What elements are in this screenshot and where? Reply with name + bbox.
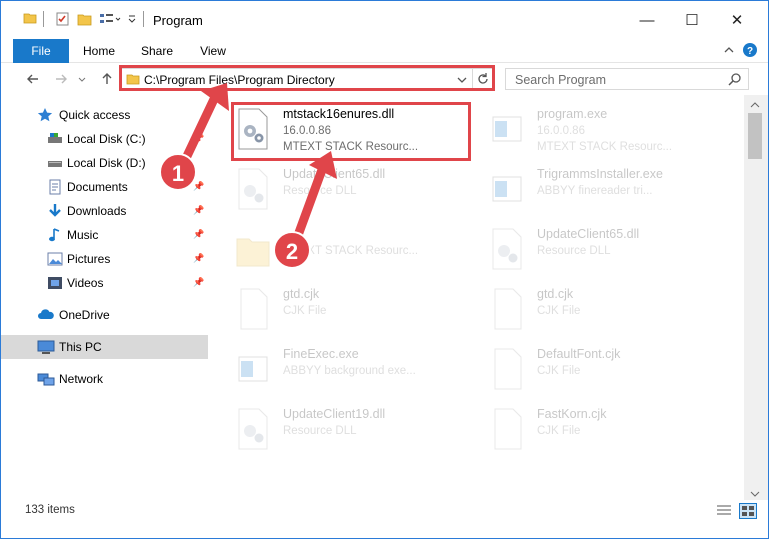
explorer-window: Program — ☐ ✕ File Home Share View ? C:\… (0, 0, 769, 539)
step-1-badge: 1 (159, 153, 197, 191)
annotation-arrows (174, 83, 337, 254)
step-2-badge: 2 (273, 231, 311, 269)
